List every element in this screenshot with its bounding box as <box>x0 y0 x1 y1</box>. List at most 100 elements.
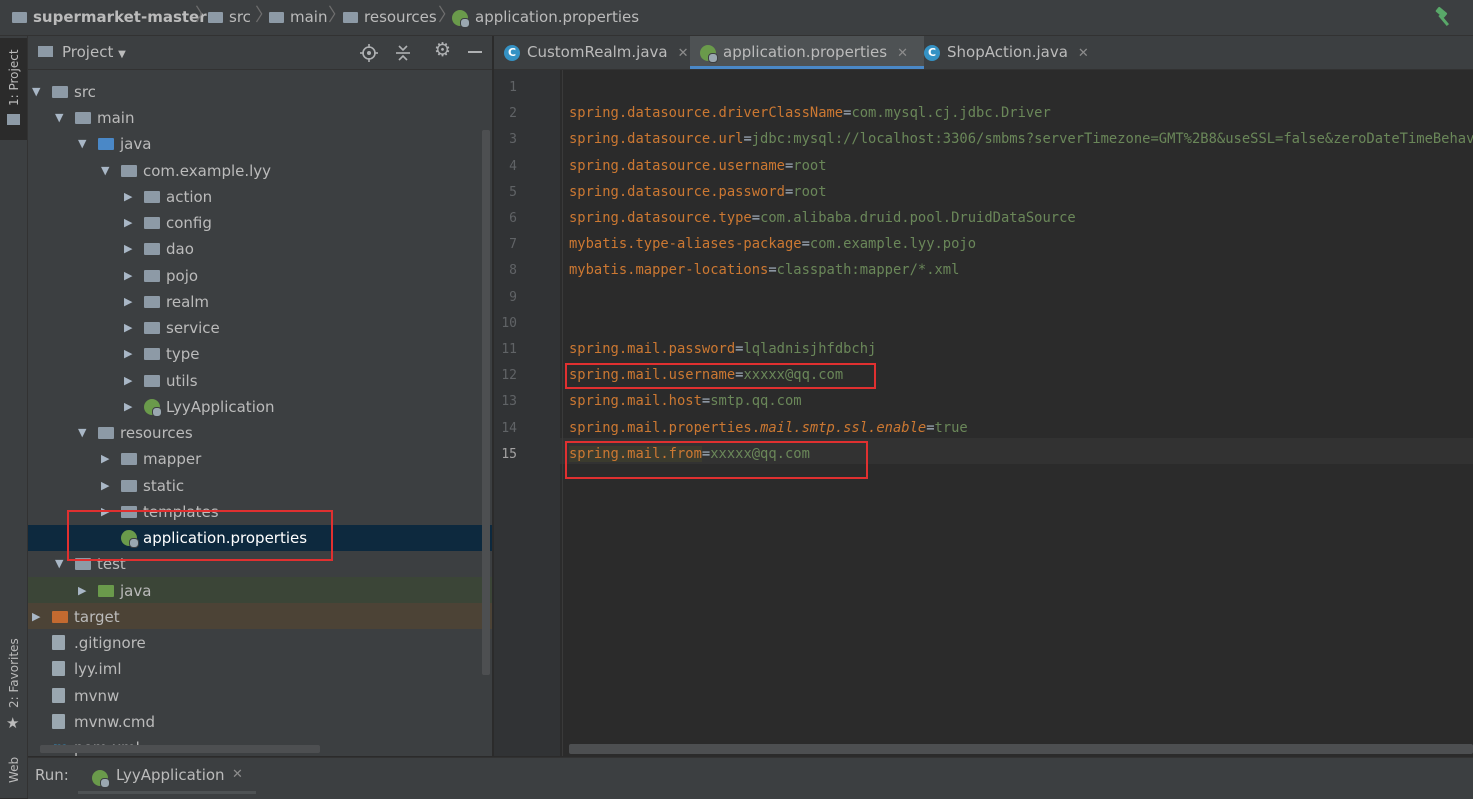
property-value: root <box>793 183 827 200</box>
web-tool-label: Web <box>7 756 21 783</box>
tree-item-realm[interactable]: ▶ realm <box>28 289 492 315</box>
collapse-arrow-icon[interactable]: ▶ <box>101 473 109 499</box>
locate-crosshair-icon[interactable] <box>360 44 378 62</box>
expand-arrow-icon[interactable]: ▼ <box>55 551 63 577</box>
project-tool-button[interactable]: 1: Project <box>0 38 27 140</box>
line-number: 8 <box>509 263 517 279</box>
gear-icon[interactable]: ⚙ <box>434 39 451 61</box>
breadcrumb-main[interactable]: main <box>269 8 327 26</box>
collapse-arrow-icon[interactable]: ▶ <box>124 236 132 262</box>
collapse-arrow-icon[interactable]: ▶ <box>32 604 40 630</box>
tree-item-mapper[interactable]: ▶ mapper <box>28 446 492 472</box>
code-line: spring.datasource.url=jdbc:mysql://local… <box>569 131 1473 147</box>
property-key: spring.mail.password <box>569 341 736 357</box>
property-value: com.example.lyy.pojo <box>809 236 977 253</box>
project-view-selector[interactable]: Project ▼ <box>62 43 126 61</box>
collapse-arrow-icon[interactable]: ▶ <box>124 315 132 341</box>
expand-arrow-icon[interactable]: ▼ <box>32 79 40 105</box>
code-editor[interactable]: spring.datasource.driverClassName = com.my… <box>560 70 1473 756</box>
file-icon <box>52 714 65 729</box>
folder-test-icon <box>98 585 114 597</box>
property-key: spring.datasource.type <box>569 210 752 226</box>
tree-item-label: LyyApplication <box>166 398 275 416</box>
close-icon[interactable]: ✕ <box>897 46 908 61</box>
collapse-arrow-icon[interactable]: ▶ <box>78 578 86 604</box>
tree-item-utils[interactable]: ▶ utils <box>28 368 492 394</box>
breadcrumb-project[interactable]: supermarket-master <box>12 8 207 26</box>
collapse-arrow-icon[interactable]: ▶ <box>124 263 132 289</box>
tree-item-src[interactable]: ▼ src <box>28 79 492 105</box>
property-key: spring.datasource.url <box>569 131 744 148</box>
tree-horizontal-scrollbar[interactable] <box>40 745 320 753</box>
folder-icon <box>208 12 223 23</box>
tree-item-mvnw-cmd[interactable]: mvnw.cmd <box>28 709 492 735</box>
property-value: com.mysql.cj.jdbc.Driver <box>851 105 1051 122</box>
collapse-arrow-icon[interactable]: ▶ <box>124 184 132 210</box>
tree-item-lyyapplication[interactable]: ▶ LyyApplication <box>28 394 492 420</box>
collapse-arrow-icon[interactable]: ▶ <box>124 368 132 394</box>
property-value: lqladnisjhfdbchj <box>743 341 877 357</box>
tree-item-mvnw[interactable]: mvnw <box>28 683 492 709</box>
tree-item-label: java <box>120 582 152 600</box>
tree-item-service[interactable]: ▶ service <box>28 315 492 341</box>
hide-panel-icon[interactable] <box>468 51 482 53</box>
collapse-arrow-icon[interactable]: ▶ <box>101 446 109 472</box>
tree-item-target[interactable]: ▶ target <box>28 604 492 630</box>
line-number: 12 <box>501 368 517 384</box>
package-icon <box>144 375 160 387</box>
tree-item-com-example-lyy[interactable]: ▼ com.example.lyy <box>28 158 492 184</box>
breadcrumb-src[interactable]: src <box>208 8 251 26</box>
run-bar: Run: LyyApplication ✕ <box>28 757 1473 799</box>
tree-item-dao[interactable]: ▶ dao <box>28 236 492 262</box>
tab-customrealm[interactable]: C CustomRealm.java ✕ <box>504 36 689 69</box>
expand-arrow-icon[interactable]: ▼ <box>78 420 86 446</box>
tab-shopaction[interactable]: C ShopAction.java ✕ <box>924 36 1089 69</box>
tree-item-resources[interactable]: ▼ resources <box>28 420 492 446</box>
tree-vertical-scrollbar[interactable] <box>482 130 490 675</box>
tree-item-type[interactable]: ▶ type <box>28 341 492 367</box>
tree-item--gitignore[interactable]: .gitignore <box>28 630 492 656</box>
folder-icon <box>121 453 137 465</box>
tree-item-static[interactable]: ▶ static <box>28 473 492 499</box>
annotation-box-tree <box>67 510 333 561</box>
code-line: spring.datasource.username=root <box>569 158 827 174</box>
close-icon[interactable]: ✕ <box>232 767 243 782</box>
property-value: classpath:mapper/*.xml <box>776 262 960 279</box>
tree-item-pojo[interactable]: ▶ pojo <box>28 263 492 289</box>
build-hammer-icon[interactable] <box>1433 6 1455 28</box>
line-number: 3 <box>509 132 517 148</box>
editor-gutter-divider <box>562 70 563 756</box>
code-line: mybatis.type-aliases-package=com.example… <box>569 236 976 252</box>
expand-arrow-icon[interactable]: ▼ <box>78 131 86 157</box>
project-tree: ▼ src ▼ main ▼ java ▼ com.example.lyy ▶ action ▶ co… <box>28 70 492 756</box>
close-icon[interactable]: ✕ <box>1078 46 1089 61</box>
editor-horizontal-scrollbar[interactable] <box>569 744 1473 754</box>
tree-item-action[interactable]: ▶ action <box>28 184 492 210</box>
collapse-arrow-icon[interactable]: ▶ <box>124 210 132 236</box>
tree-item-main[interactable]: ▼ main <box>28 105 492 131</box>
tab-application-properties[interactable]: application.properties ✕ <box>690 36 924 69</box>
package-icon <box>121 165 137 177</box>
collapse-arrow-icon[interactable]: ▶ <box>124 289 132 315</box>
tree-item-java[interactable]: ▶ java <box>28 578 492 604</box>
tree-item-config[interactable]: ▶ config <box>28 210 492 236</box>
collapse-all-icon[interactable] <box>394 44 412 62</box>
property-value: jdbc:mysql://localhost:3306/smbms?server… <box>751 131 1473 148</box>
tree-item-label: mvnw <box>74 687 120 705</box>
close-icon[interactable]: ✕ <box>678 46 689 61</box>
web-tool-button[interactable]: Web <box>0 751 27 798</box>
tree-item-label: mvnw.cmd <box>74 713 156 731</box>
line-number: 7 <box>509 237 517 253</box>
tree-item-partial <box>28 70 492 78</box>
run-tab-lyyapplication[interactable]: LyyApplication ✕ <box>78 758 256 794</box>
expand-arrow-icon[interactable]: ▼ <box>55 105 63 131</box>
property-value: com.alibaba.druid.pool.DruidDataSource <box>760 210 1076 226</box>
collapse-arrow-icon[interactable]: ▶ <box>124 341 132 367</box>
tree-item-lyy-iml[interactable]: lyy.iml <box>28 656 492 682</box>
favorites-tool-button[interactable]: 2: Favorites ★ <box>0 636 27 746</box>
collapse-arrow-icon[interactable]: ▶ <box>124 394 132 420</box>
breadcrumb-file[interactable]: application.properties <box>452 8 639 28</box>
tree-item-java[interactable]: ▼ java <box>28 131 492 157</box>
breadcrumb-resources[interactable]: resources <box>343 8 437 26</box>
expand-arrow-icon[interactable]: ▼ <box>101 158 109 184</box>
